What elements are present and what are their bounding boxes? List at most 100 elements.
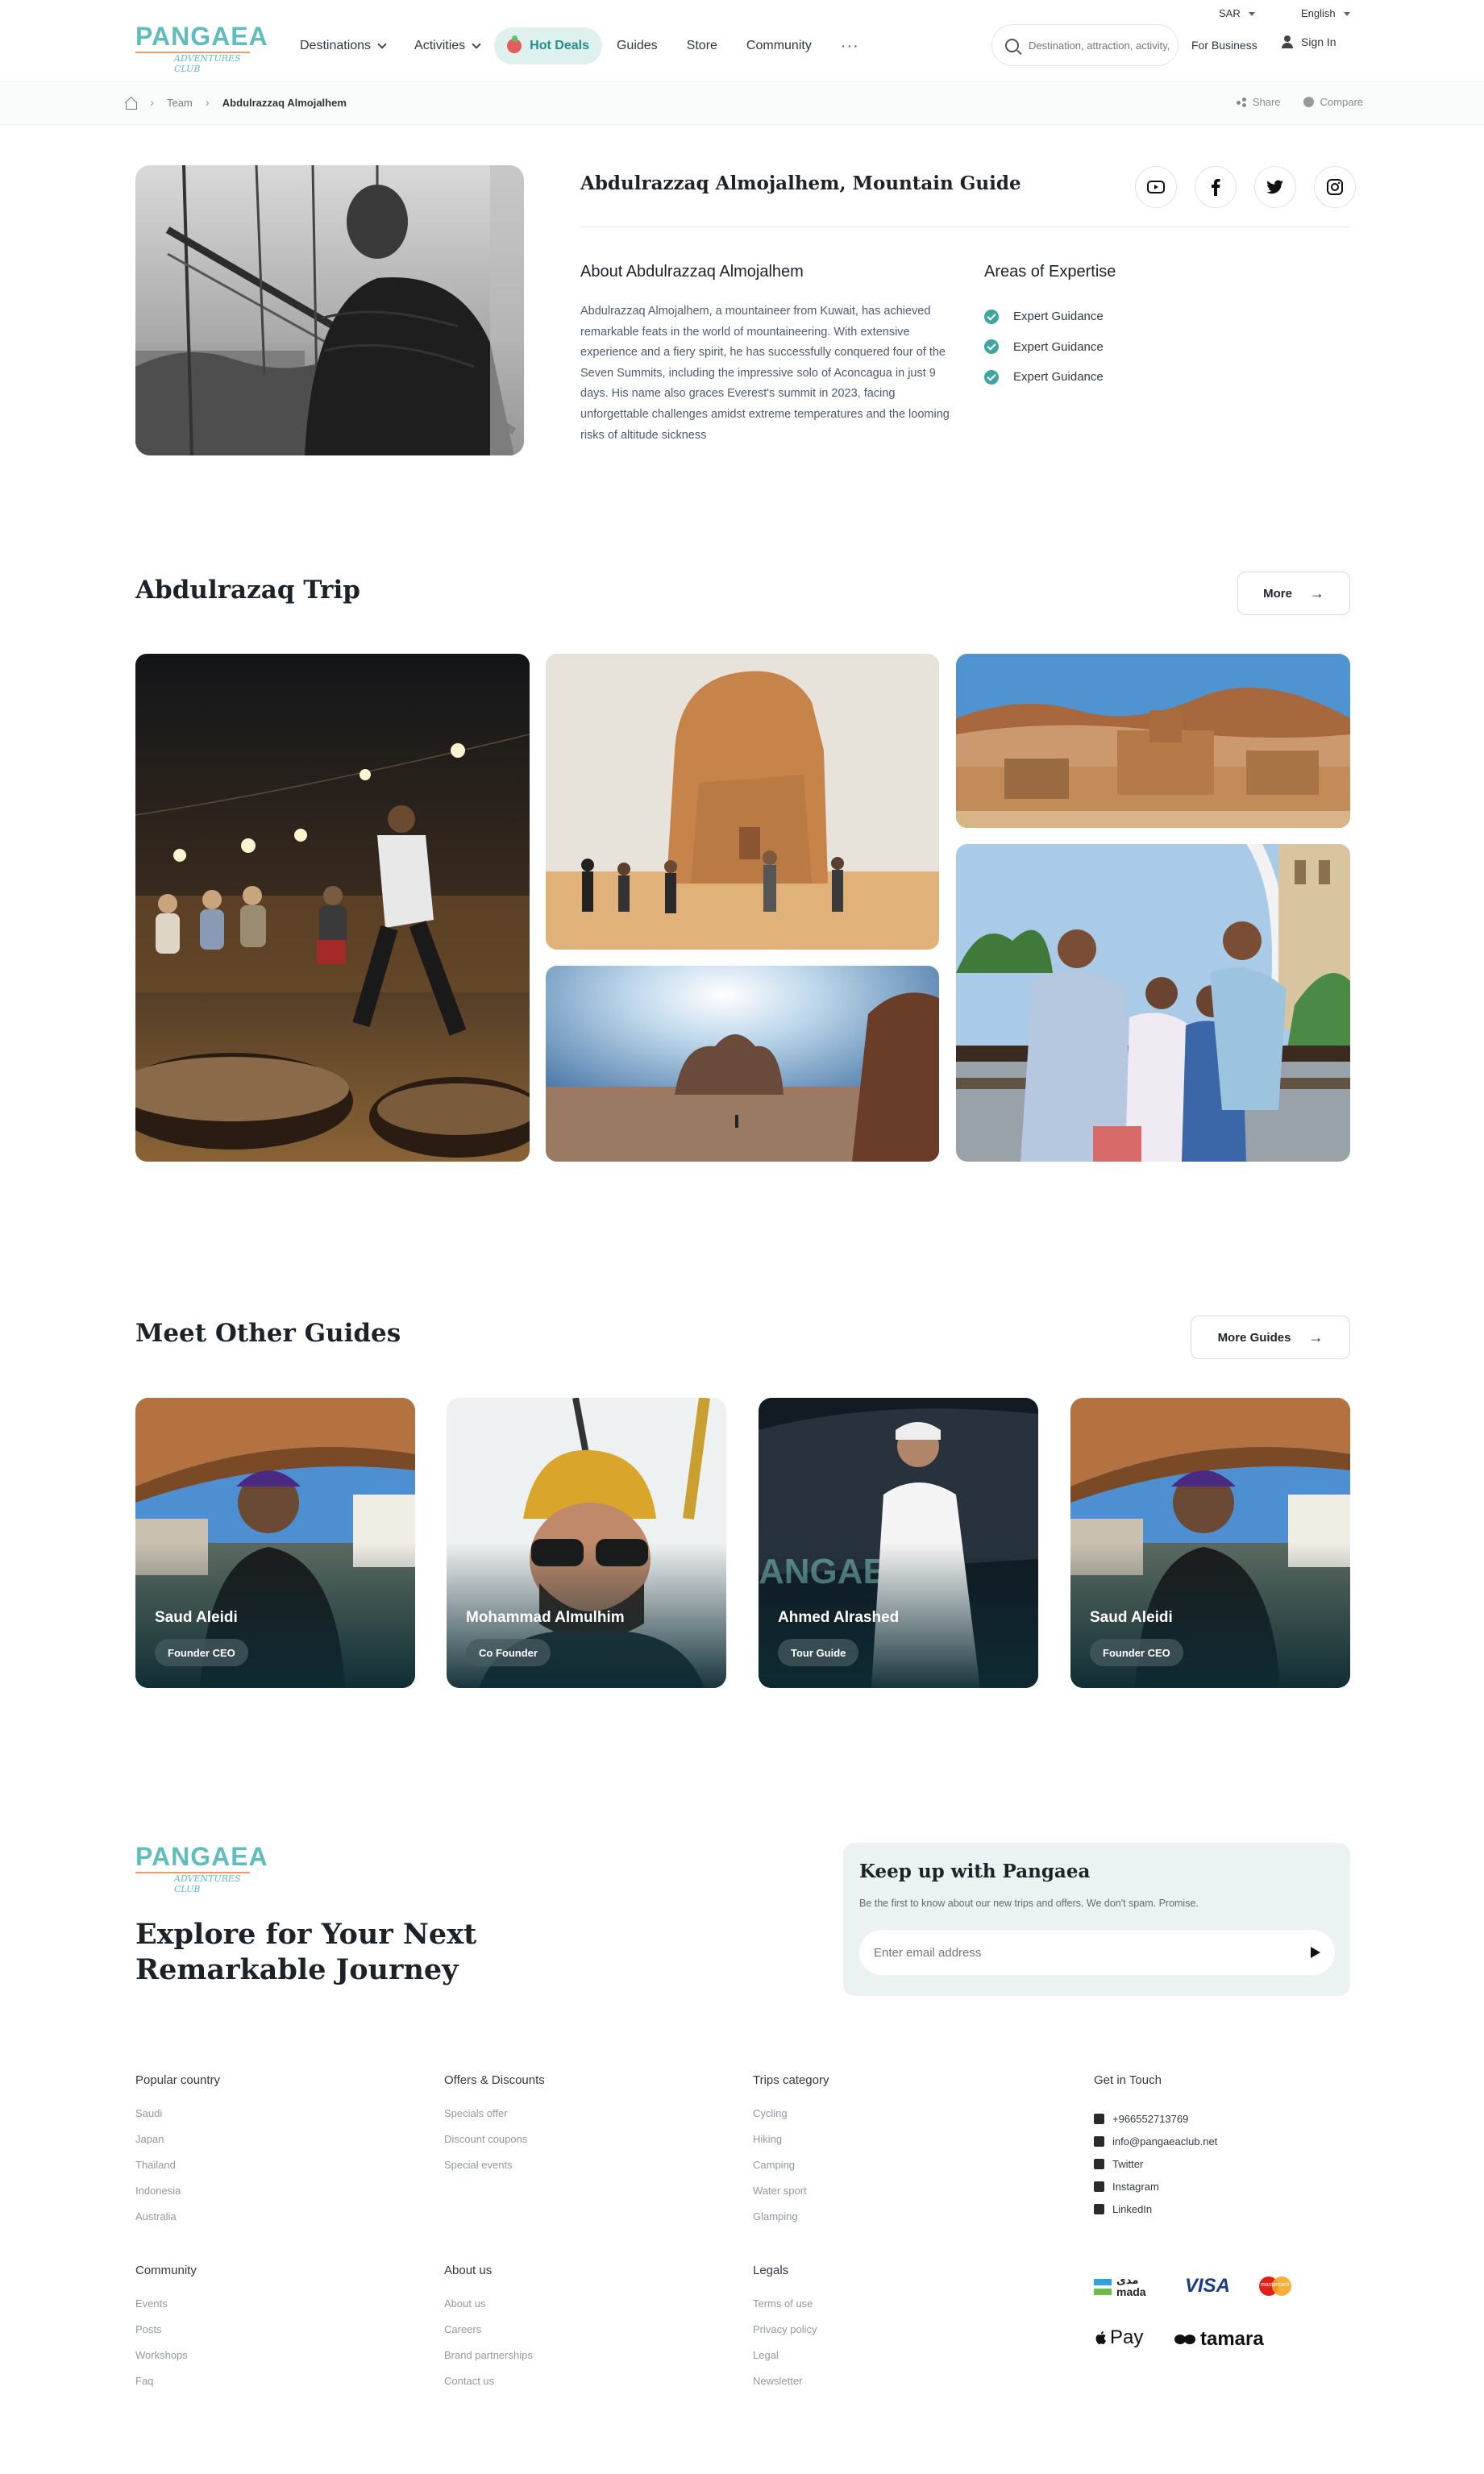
for-business-link[interactable]: For Business	[1191, 39, 1257, 52]
footer-link[interactable]: Special events	[444, 2159, 545, 2185]
about-text: Abdulrazzaq Almojalhem, a mountaineer fr…	[580, 305, 950, 442]
pangaea-logo[interactable]: PANGAEA ADVENTURES CLUB	[135, 22, 268, 74]
footer-link[interactable]: Camping	[753, 2159, 829, 2185]
trip-photo-desert-rocks[interactable]	[546, 966, 939, 1162]
guide-card[interactable]: ANGAEA Ahmed Alrashed Tour Guide	[759, 1398, 1038, 1688]
search-box[interactable]	[991, 24, 1178, 66]
trip-photo-hegra-tomb[interactable]	[546, 654, 939, 950]
contact-email[interactable]: info@pangaeaclub.net	[1094, 2130, 1217, 2152]
footer-link[interactable]: Glamping	[753, 2210, 829, 2236]
footer-link[interactable]: Contact us	[444, 2375, 533, 2401]
language-value: English	[1301, 7, 1336, 19]
guide-name: Mohammad Almulhim	[466, 1609, 625, 1626]
guide-role-badge: Tour Guide	[778, 1639, 859, 1666]
footer-link[interactable]: Specials offer	[444, 2107, 545, 2133]
footer-link[interactable]: Water sport	[753, 2185, 829, 2210]
footer-link[interactable]: Events	[135, 2297, 197, 2323]
footer-link[interactable]: Faq	[135, 2375, 197, 2401]
footer-link[interactable]: Japan	[135, 2133, 220, 2159]
share-icon	[1236, 97, 1246, 107]
home-icon[interactable]	[124, 98, 137, 110]
footer-link[interactable]: Thailand	[135, 2159, 220, 2185]
logo-subtitle: ADVENTURES CLUB	[174, 53, 241, 74]
footer-link[interactable]: Brand partnerships	[444, 2349, 533, 2375]
footer-link[interactable]: Legal	[753, 2349, 817, 2375]
trip-photo-alula-village[interactable]	[956, 654, 1350, 828]
email-field[interactable]	[874, 1945, 1277, 1960]
footer-link[interactable]: Discount coupons	[444, 2133, 545, 2159]
nav-community-label: Community	[746, 39, 812, 52]
logo-wordmark: PANGAEA	[135, 22, 268, 51]
more-menu-icon[interactable]: ···	[826, 27, 874, 64]
footer-link[interactable]: Cycling	[753, 2107, 829, 2133]
trip-photo-drum-circle[interactable]	[135, 654, 530, 1162]
footer-link[interactable]: About us	[444, 2297, 533, 2323]
page-actions: Share Compare	[1236, 96, 1363, 108]
compare-button[interactable]: Compare	[1303, 96, 1363, 108]
contact-instagram[interactable]: Instagram	[1094, 2175, 1217, 2197]
footer-link[interactable]: Privacy policy	[753, 2323, 817, 2349]
expertise-item: Expert Guidance	[984, 301, 1104, 332]
nav-guides[interactable]: Guides	[602, 27, 672, 64]
main-nav: Destinations Activities Hot Deals Guides…	[285, 24, 874, 68]
twitter-icon[interactable]	[1254, 166, 1296, 208]
footer-col-offers: Offers & Discounts Specials offer Discou…	[444, 2073, 545, 2185]
footer-link[interactable]: Indonesia	[135, 2185, 220, 2210]
footer-link[interactable]: Workshops	[135, 2349, 197, 2375]
breadcrumb-bar: › Team › Abdulrazzaq Almojalhem Share Co…	[0, 83, 1484, 125]
nav-destinations[interactable]: Destinations	[285, 27, 400, 64]
footer-link[interactable]: Terms of use	[753, 2297, 817, 2323]
expertise-label: Expert Guidance	[1013, 310, 1104, 324]
contact-twitter[interactable]: Twitter	[1094, 2152, 1217, 2175]
footer-link[interactable]: Hiking	[753, 2133, 829, 2159]
currency-select[interactable]: SAR	[1219, 7, 1255, 19]
send-icon[interactable]	[1311, 1947, 1320, 1958]
arrow-right-icon: →	[1308, 1328, 1324, 1345]
language-select[interactable]: English	[1301, 7, 1350, 19]
breadcrumb-team[interactable]: Team	[167, 97, 193, 109]
mail-icon	[1094, 2135, 1104, 2147]
nav-activities[interactable]: Activities	[400, 27, 494, 64]
newsletter-subtitle: Be the first to know about our new trips…	[859, 1898, 1199, 1909]
contact-phone[interactable]: +966552713769	[1094, 2107, 1217, 2130]
contact-label: Twitter	[1112, 2157, 1144, 2170]
contact-label: info@pangaeaclub.net	[1112, 2135, 1218, 2148]
more-trips-button[interactable]: More →	[1237, 572, 1350, 615]
compare-icon	[1303, 97, 1314, 107]
guide-card[interactable]: Mohammad Almulhim Co Founder	[447, 1398, 726, 1688]
footer-link[interactable]: Posts	[135, 2323, 197, 2349]
share-button[interactable]: Share	[1236, 96, 1281, 108]
footer-col-contact: Get in Touch +966552713769 info@pangaeac…	[1094, 2073, 1217, 2220]
contact-linkedin[interactable]: LinkedIn	[1094, 2197, 1217, 2220]
guide-card[interactable]: Saud Aleidi Founder CEO	[1070, 1398, 1350, 1688]
footer-col-heading: Get in Touch	[1094, 2073, 1162, 2087]
nav-hot-deals[interactable]: Hot Deals	[494, 27, 602, 64]
footer-link[interactable]: Saudi	[135, 2107, 220, 2133]
facebook-icon[interactable]	[1195, 166, 1237, 208]
instagram-icon[interactable]	[1314, 166, 1356, 208]
guides-section-title: Meet Other Guides	[135, 1319, 401, 1348]
guide-name: Saud Aleidi	[155, 1609, 238, 1626]
guide-profile-photo	[135, 165, 524, 455]
expertise-item: Expert Guidance	[984, 362, 1104, 393]
footer-link[interactable]: Newsletter	[753, 2375, 817, 2401]
nav-activities-label: Activities	[414, 39, 466, 52]
caret-down-icon	[1343, 12, 1350, 17]
more-trips-label: More	[1263, 586, 1292, 601]
mastercard-logo: mastercard	[1259, 2275, 1295, 2297]
footer-link[interactable]: Careers	[444, 2323, 533, 2349]
instagram-icon	[1094, 2181, 1104, 2192]
apple-pay-logo: Pay	[1094, 2326, 1143, 2349]
footer-link[interactable]: Australia	[135, 2210, 220, 2236]
trip-photo-family-dubai[interactable]	[956, 844, 1350, 1162]
youtube-icon[interactable]	[1135, 166, 1177, 208]
visa-logo: VISA	[1185, 2275, 1231, 2297]
more-guides-button[interactable]: More Guides →	[1191, 1316, 1350, 1359]
nav-community[interactable]: Community	[732, 27, 826, 64]
guide-card[interactable]: Saud Aleidi Founder CEO	[135, 1398, 415, 1688]
nav-store[interactable]: Store	[672, 27, 732, 64]
sign-in-button[interactable]: Sign In	[1282, 35, 1336, 48]
footer-logo[interactable]: PANGAEA ADVENTURES CLUB	[135, 1843, 268, 1894]
search-input[interactable]	[1029, 39, 1174, 52]
about-heading: About Abdulrazzaq Almojalhem	[580, 263, 804, 281]
